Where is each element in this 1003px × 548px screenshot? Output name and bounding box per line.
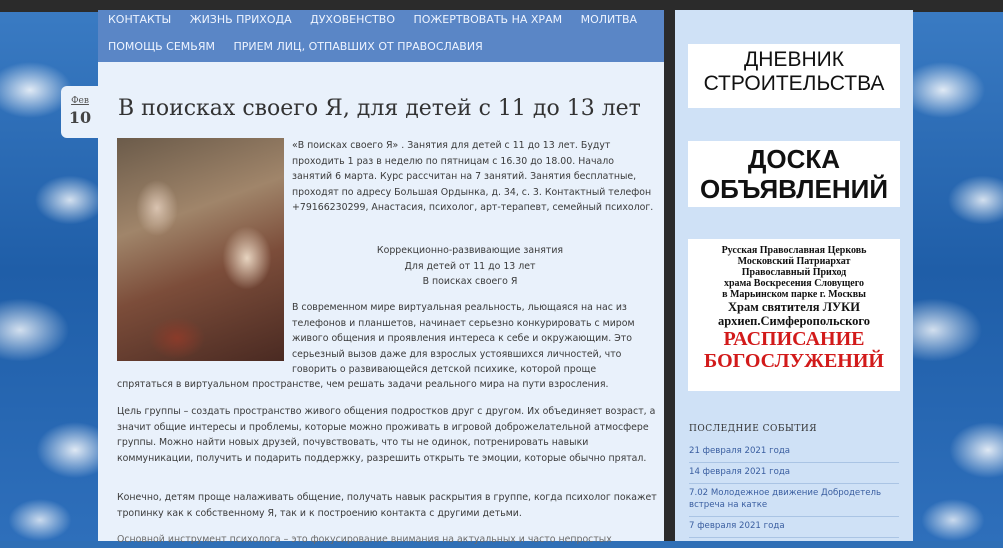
banner-line: архиеп.Симферопольского	[717, 314, 871, 328]
event-link[interactable]: 7 февраля 2021 года	[689, 517, 899, 538]
nav-item-prayer[interactable]: МОЛИТВА	[581, 13, 637, 26]
banner-line: ДОСКА	[747, 144, 841, 174]
nav-row-1: КОНТАКТЫ ЖИЗНЬ ПРИХОДА ДУХОВЕНСТВО ПОЖЕР…	[108, 13, 652, 26]
recent-events-list: 21 февраля 2021 года 14 февраля 2021 год…	[689, 442, 899, 538]
main-navigation: КОНТАКТЫ ЖИЗНЬ ПРИХОДА ДУХОВЕНСТВО ПОЖЕР…	[98, 10, 664, 62]
banner-line: храма Воскресения Словущего	[723, 278, 865, 289]
announcements-board-banner[interactable]: ДОСКА ОБЪЯВЛЕНИЙ	[688, 141, 900, 207]
event-link[interactable]: 21 февраля 2021 года	[689, 442, 899, 463]
post-date-day: 10	[68, 108, 92, 127]
post-center-block: Коррекционно-развивающие занятия Для дет…	[292, 243, 648, 290]
post-paragraph: Основной инструмент психолога – это фоку…	[117, 534, 612, 545]
banner-line: ДНЕВНИК	[744, 48, 844, 71]
post-date-month[interactable]: Фев	[61, 96, 99, 106]
background-sky-left	[0, 0, 100, 541]
event-link[interactable]: 7.02 Молодежное движение Добродетель вст…	[689, 484, 899, 517]
banner-line: Православный Приход	[741, 267, 847, 278]
banner-line: СТРОИТЕЛЬСТВА	[703, 72, 885, 95]
column-divider	[664, 10, 675, 541]
nav-item-donate[interactable]: ПОЖЕРТВОВАТЬ НА ХРАМ	[413, 13, 562, 26]
banner-line: РАСПИСАНИЕ	[723, 328, 865, 350]
construction-diary-banner[interactable]: ДНЕВНИК СТРОИТЕЛЬСТВА	[688, 44, 900, 108]
post-paragraph: В современном мире виртуальная реальност…	[292, 302, 635, 375]
banner-line: Русская Православная Церковь	[721, 245, 867, 256]
post-intro-text: «В поисках своего Я» . Занятия для детей…	[292, 140, 654, 213]
center-line: Коррекционно-развивающие занятия	[376, 245, 564, 256]
banner-line: Московский Патриархат	[737, 256, 851, 267]
nav-item-clergy[interactable]: ДУХОВЕНСТВО	[310, 13, 395, 26]
event-link[interactable]: 14 февраля 2021 года	[689, 463, 899, 484]
nav-item-contacts[interactable]: КОНТАКТЫ	[108, 13, 171, 26]
banner-line: в Марьинском парке г. Москвы	[722, 289, 866, 300]
banner-line: БОГОСЛУЖЕНИЙ	[704, 350, 884, 372]
post-paragraph: спрятаться в виртуальном пространстве, ч…	[117, 379, 609, 390]
post-photo[interactable]	[117, 138, 284, 361]
banner-line: Храм святителя ЛУКИ	[728, 300, 860, 314]
service-schedule-banner[interactable]: Русская Православная Церковь Московский …	[688, 239, 900, 391]
post-paragraph: Цель группы – создать пространство живог…	[117, 406, 656, 464]
banner-line: ОБЪЯВЛЕНИЙ	[699, 174, 889, 204]
nav-row-2: ПОМОЩЬ СЕМЬЯМ ПРИЕМ ЛИЦ, ОТПАВШИХ ОТ ПРА…	[108, 40, 498, 53]
recent-events-heading: ПОСЛЕДНИЕ СОБЫТИЯ	[689, 424, 817, 434]
center-line: Для детей от 11 до 13 лет	[404, 260, 536, 272]
background-sky-right	[913, 0, 1003, 541]
post-date-badge: Фев 10	[61, 86, 99, 138]
post-paragraph: Конечно, детям проще налаживать общение,…	[117, 492, 657, 519]
center-line: В поисках своего Я	[422, 276, 518, 287]
post-title[interactable]: В поисках своего Я, для детей с 11 до 13…	[118, 96, 641, 121]
nav-item-family-help[interactable]: ПОМОЩЬ СЕМЬЯМ	[108, 40, 215, 53]
nav-item-reception[interactable]: ПРИЕМ ЛИЦ, ОТПАВШИХ ОТ ПРАВОСЛАВИЯ	[233, 40, 482, 53]
nav-item-parish-life[interactable]: ЖИЗНЬ ПРИХОДА	[190, 13, 292, 26]
